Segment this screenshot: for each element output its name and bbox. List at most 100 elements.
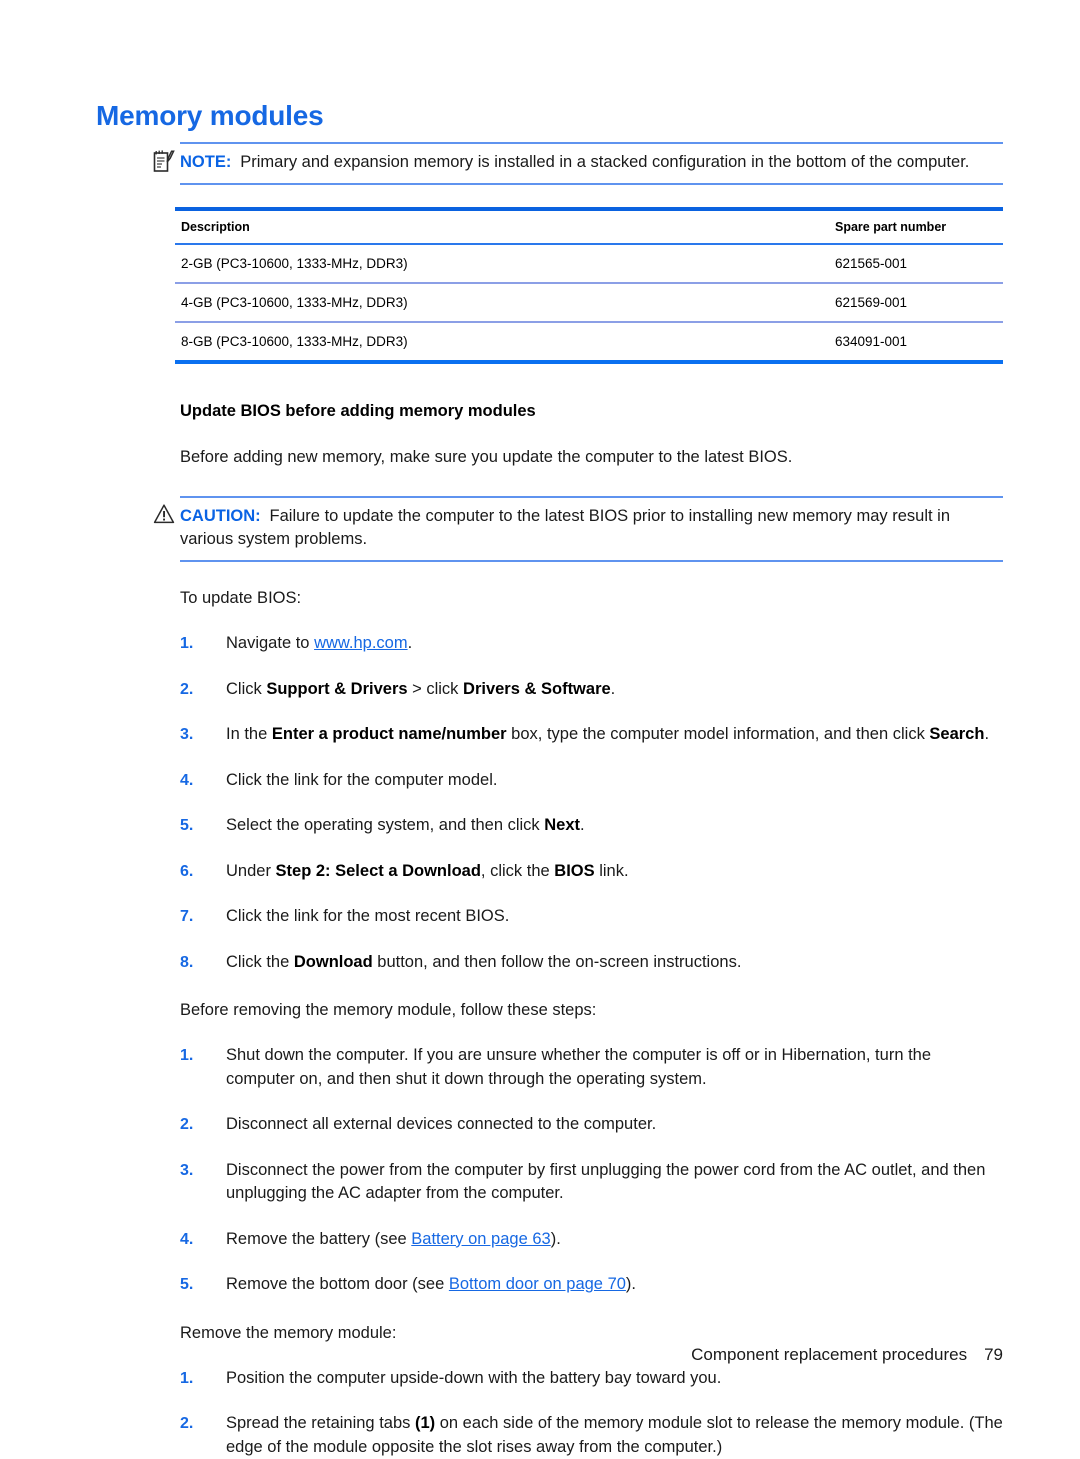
- list-item: 5. Select the operating system, and then …: [180, 814, 1003, 838]
- cell-description: 4-GB (PC3-10600, 1333-MHz, DDR3): [175, 283, 829, 322]
- list-item-text: Position the computer upside-down with t…: [226, 1369, 721, 1387]
- plain-text: Click: [226, 680, 266, 698]
- plain-text: Position the computer upside-down with t…: [226, 1369, 721, 1387]
- plain-text: link.: [595, 862, 629, 880]
- list-item-number: 3.: [180, 723, 210, 747]
- plain-text: , click the: [481, 862, 554, 880]
- column-header-description: Description: [175, 209, 829, 244]
- list-item-number: 1.: [180, 632, 210, 656]
- list-item-number: 6.: [180, 860, 210, 884]
- bios-update-steps-list: 1.Navigate to www.hp.com. 2. Click Suppor…: [180, 632, 1003, 974]
- plain-text: ).: [551, 1230, 561, 1248]
- list-item-text: Click the Download button, and then foll…: [226, 953, 741, 971]
- list-item: 5.Remove the bottom door (see Bottom doo…: [180, 1273, 1003, 1297]
- spacer: [261, 508, 270, 525]
- emphasis-text: Support & Drivers: [266, 680, 407, 698]
- plain-text: In the: [226, 725, 272, 743]
- page-footer: Component replacement procedures 79: [0, 1345, 1003, 1365]
- plain-text: .: [984, 725, 989, 743]
- list-item-number: 1.: [180, 1367, 210, 1391]
- column-header-spare-part-number: Spare part number: [829, 209, 1003, 244]
- before-removing-lead-in: Before removing the memory module, follo…: [180, 999, 1003, 1022]
- cell-spare-part-number: 621565-001: [829, 244, 1003, 283]
- cell-description: 2-GB (PC3-10600, 1333-MHz, DDR3): [175, 244, 829, 283]
- document-page: Memory modules NOTE: Primary and expansi…: [0, 0, 1080, 1437]
- warning-triangle-icon: [153, 503, 175, 527]
- hp-website-link[interactable]: www.hp.com: [314, 634, 408, 652]
- plain-text: Disconnect all external devices connecte…: [226, 1115, 656, 1133]
- list-item: 4. Remove the battery (see Battery on pag…: [180, 1228, 1003, 1252]
- before-removing-steps-list: 1. Shut down the computer. If you are uns…: [180, 1044, 1003, 1297]
- plain-text: Click the link for the computer model.: [226, 771, 497, 789]
- list-item-text: Select the operating system, and then cl…: [226, 816, 585, 834]
- list-item-number: 5.: [180, 814, 210, 838]
- list-item-number: 4.: [180, 769, 210, 793]
- plain-text: Select the operating system, and then cl…: [226, 816, 544, 834]
- plain-text: .: [611, 680, 616, 698]
- list-item: 1.Navigate to www.hp.com.: [180, 632, 1003, 656]
- table-row: 4-GB (PC3-10600, 1333-MHz, DDR3) 621569-…: [175, 283, 1003, 322]
- list-item: 4. Click the link for the computer model.: [180, 769, 1003, 793]
- emphasis-text: Drivers & Software: [463, 680, 611, 698]
- list-item-number: 5.: [180, 1273, 210, 1297]
- list-item: 3. Disconnect the power from the computer…: [180, 1159, 1003, 1206]
- note-label: NOTE:: [180, 153, 231, 171]
- emphasis-text: Step 2: Select a Download: [276, 862, 481, 880]
- plain-text: Remove the battery (see: [226, 1230, 411, 1248]
- list-item-text: Under Step 2: Select a Download, click t…: [226, 862, 629, 880]
- plain-text: Click the: [226, 953, 294, 971]
- list-item: 2. Disconnect all external devices connec…: [180, 1113, 1003, 1137]
- list-item: 7. Click the link for the most recent BIO…: [180, 905, 1003, 929]
- list-item: 1. Shut down the computer. If you are uns…: [180, 1044, 1003, 1091]
- page-title: Memory modules: [96, 100, 323, 132]
- note-pad-pencil-icon: [153, 149, 175, 173]
- footer-section-label: Component replacement procedures: [691, 1345, 967, 1364]
- list-item-number: 7.: [180, 905, 210, 929]
- plain-text: Shut down the computer. If you are unsur…: [226, 1046, 931, 1088]
- plain-text: Spread the retaining tabs: [226, 1414, 415, 1432]
- list-item-number: 2.: [180, 1412, 210, 1436]
- plain-text: Disconnect the power from the computer b…: [226, 1161, 985, 1203]
- note-admonition: NOTE: Primary and expansion memory is in…: [180, 142, 1003, 185]
- plain-text: Click the link for the most recent BIOS.: [226, 907, 509, 925]
- list-item-text: Click the link for the computer model.: [226, 771, 497, 789]
- list-item-number: 1.: [180, 1044, 210, 1068]
- cell-description: 8-GB (PC3-10600, 1333-MHz, DDR3): [175, 322, 829, 362]
- plain-text: button, and then follow the on-screen in…: [373, 953, 742, 971]
- plain-text: > click: [408, 680, 463, 698]
- list-item-text: Spread the retaining tabs (1) on each si…: [226, 1414, 1003, 1456]
- emphasis-text: Search: [929, 725, 984, 743]
- cell-spare-part-number: 621569-001: [829, 283, 1003, 322]
- spare-parts-table-wrapper: Description Spare part number 2-GB (PC3-…: [175, 207, 1003, 364]
- caution-label: CAUTION:: [180, 507, 261, 525]
- emphasis-text: (1): [415, 1414, 435, 1432]
- list-item-number: 2.: [180, 1113, 210, 1137]
- cross-reference-link[interactable]: Battery on page 63: [411, 1230, 550, 1248]
- plain-text: .: [580, 816, 585, 834]
- table-header-row: Description Spare part number: [175, 209, 1003, 244]
- list-item-text: Disconnect the power from the computer b…: [226, 1161, 985, 1203]
- table-row: 8-GB (PC3-10600, 1333-MHz, DDR3) 634091-…: [175, 322, 1003, 362]
- footer-page-number: 79: [984, 1345, 1003, 1365]
- table-row: 2-GB (PC3-10600, 1333-MHz, DDR3) 621565-…: [175, 244, 1003, 283]
- section-subheading: Update BIOS before adding memory modules: [180, 402, 1003, 421]
- caution-admonition: CAUTION: Failure to update the computer …: [180, 496, 1003, 562]
- list-item-text: Shut down the computer. If you are unsur…: [226, 1046, 931, 1088]
- emphasis-text: Enter a product name/number: [272, 725, 507, 743]
- list-item: 3. In the Enter a product name/number box…: [180, 723, 1003, 747]
- list-item-number: 4.: [180, 1228, 210, 1252]
- list-item-number: 2.: [180, 678, 210, 702]
- list-item-text: In the Enter a product name/number box, …: [226, 725, 989, 743]
- list-item-text: Click the link for the most recent BIOS.: [226, 907, 509, 925]
- list-item-text: Disconnect all external devices connecte…: [226, 1115, 656, 1133]
- list-item: 2. Click Support & Drivers > click Driver…: [180, 678, 1003, 702]
- page-body: NOTE: Primary and expansion memory is in…: [155, 142, 1003, 1459]
- list-item-number: 3.: [180, 1159, 210, 1183]
- remove-module-lead-in: Remove the memory module:: [180, 1322, 1003, 1345]
- plain-text: box, type the computer model information…: [507, 725, 930, 743]
- spare-parts-table: Description Spare part number 2-GB (PC3-…: [175, 207, 1003, 364]
- emphasis-text: Download: [294, 953, 373, 971]
- list-item: 2. Spread the retaining tabs (1) on each …: [180, 1412, 1003, 1459]
- spacer: [231, 154, 240, 171]
- cross-reference-link[interactable]: Bottom door on page 70: [449, 1275, 626, 1293]
